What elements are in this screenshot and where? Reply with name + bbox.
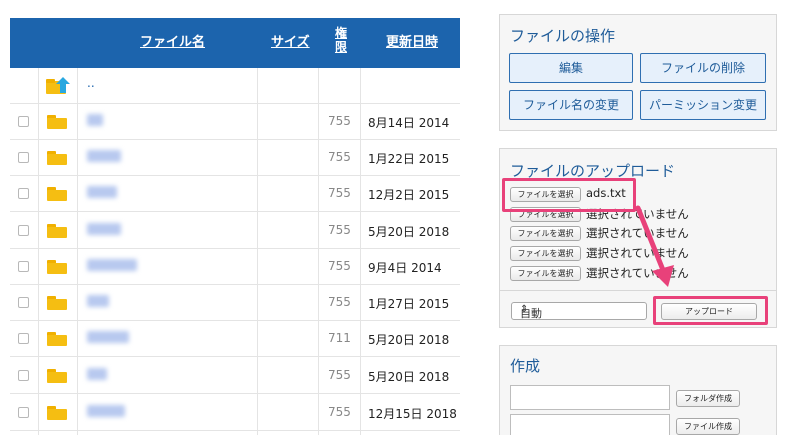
table-row[interactable]: 755 1月22日 2015 [10, 140, 460, 176]
header-updated[interactable]: 更新日時 [386, 35, 438, 51]
row-checkbox[interactable] [18, 333, 29, 344]
updated-date: 1月22日 2015 [368, 152, 450, 166]
divider [500, 290, 776, 291]
create-folder-button[interactable]: フォルダ作成 [676, 390, 740, 407]
header-permission[interactable]: 権限 [333, 26, 349, 55]
upload-mode-select[interactable]: 自動 ⇕ [511, 302, 647, 320]
permission-value: 755 [328, 186, 351, 200]
folder-icon [47, 187, 67, 201]
updated-date: 9月4日 2014 [368, 261, 442, 275]
folder-icon [47, 260, 67, 274]
file-table: ファイル名 サイズ 権限 更新日時 .. 755 8月14日 2014 755 1月2… [10, 0, 460, 435]
row-checkbox[interactable] [18, 297, 29, 308]
file-name-link[interactable] [87, 295, 109, 307]
updated-date: 5月20日 2018 [368, 370, 450, 384]
table-row[interactable]: 755 12月2日 2015 [10, 176, 460, 212]
table-row[interactable]: 755 1月27日 2015 [10, 285, 460, 321]
folder-icon [47, 332, 67, 346]
file-name-link[interactable] [87, 186, 117, 198]
choose-file-button-4[interactable]: ファイルを選択 [510, 246, 581, 261]
permission-value: 755 [328, 405, 351, 419]
folder-icon [47, 115, 67, 129]
row-checkbox[interactable] [18, 261, 29, 272]
table-row[interactable]: 755 8月14日 2014 [10, 104, 460, 140]
file-name-input[interactable] [510, 414, 670, 435]
parent-dir-link[interactable]: .. [87, 76, 95, 90]
row-checkbox[interactable] [18, 152, 29, 163]
table-row[interactable]: 755 5月20日 2018 [10, 358, 460, 394]
table-row[interactable]: 755 5月20日 2018 [10, 213, 460, 249]
folder-name-input[interactable] [510, 385, 670, 410]
edit-button[interactable]: 編集 [509, 53, 633, 83]
folder-icon [47, 369, 67, 383]
folder-icon [47, 296, 67, 310]
create-panel: 作成 フォルダ作成 ファイル作成 [499, 345, 777, 435]
row-checkbox[interactable] [18, 370, 29, 381]
permission-value: 755 [328, 259, 351, 273]
updated-date: 8月14日 2014 [368, 116, 450, 130]
permission-value: 755 [328, 295, 351, 309]
file-operations-panel: ファイルの操作 編集 ファイルの削除 ファイル名の変更 パーミッション変更 [499, 14, 777, 131]
change-permission-button[interactable]: パーミッション変更 [640, 90, 766, 120]
header-filename[interactable]: ファイル名 [140, 35, 205, 51]
table-header: ファイル名 サイズ 権限 更新日時 [10, 18, 460, 68]
arrow-annotation-icon [635, 205, 674, 287]
file-name-link[interactable] [87, 368, 107, 380]
file-name-link[interactable] [87, 331, 129, 343]
header-size[interactable]: サイズ [271, 35, 310, 51]
file-name-link[interactable] [87, 114, 103, 126]
row-checkbox[interactable] [18, 116, 29, 127]
permission-value: 755 [328, 114, 351, 128]
row-checkbox[interactable] [18, 188, 29, 199]
file-name-link[interactable] [87, 223, 121, 235]
highlight-upload-button [653, 296, 768, 325]
permission-value: 755 [328, 368, 351, 382]
file-name-link[interactable] [87, 259, 137, 271]
table-row-parent[interactable]: .. [10, 68, 460, 104]
create-file-button[interactable]: ファイル作成 [676, 418, 740, 435]
choose-file-button-3[interactable]: ファイルを選択 [510, 226, 581, 241]
file-name-link[interactable] [87, 405, 125, 417]
row-checkbox[interactable] [18, 225, 29, 236]
table-row[interactable]: 711 5月20日 2018 [10, 321, 460, 357]
folder-icon [47, 224, 67, 238]
table-row[interactable]: 755 9月4日 2014 [10, 249, 460, 285]
updated-date: 5月20日 2018 [368, 225, 450, 239]
file-name-link[interactable] [87, 150, 121, 162]
updated-date: 5月20日 2018 [368, 333, 450, 347]
choose-file-button-5[interactable]: ファイルを選択 [510, 266, 581, 281]
folder-up-icon [46, 77, 70, 94]
select-arrows-icon: ⇕ [520, 304, 529, 315]
updated-date: 12月15日 2018 [368, 407, 457, 421]
permission-value: 755 [328, 223, 351, 237]
updated-date: 12月2日 2015 [368, 188, 450, 202]
rename-file-button[interactable]: ファイル名の変更 [509, 90, 633, 120]
permission-value: 711 [328, 331, 351, 345]
file-operations-title: ファイルの操作 [510, 27, 616, 45]
delete-file-button[interactable]: ファイルの削除 [640, 53, 766, 83]
updated-date: 1月27日 2015 [368, 297, 450, 311]
table-row[interactable]: 755 12月15日 2018 [10, 395, 460, 431]
permission-value: 755 [328, 150, 351, 164]
create-title: 作成 [510, 357, 541, 375]
folder-icon [47, 151, 67, 165]
folder-icon [47, 406, 67, 420]
row-checkbox[interactable] [18, 407, 29, 418]
